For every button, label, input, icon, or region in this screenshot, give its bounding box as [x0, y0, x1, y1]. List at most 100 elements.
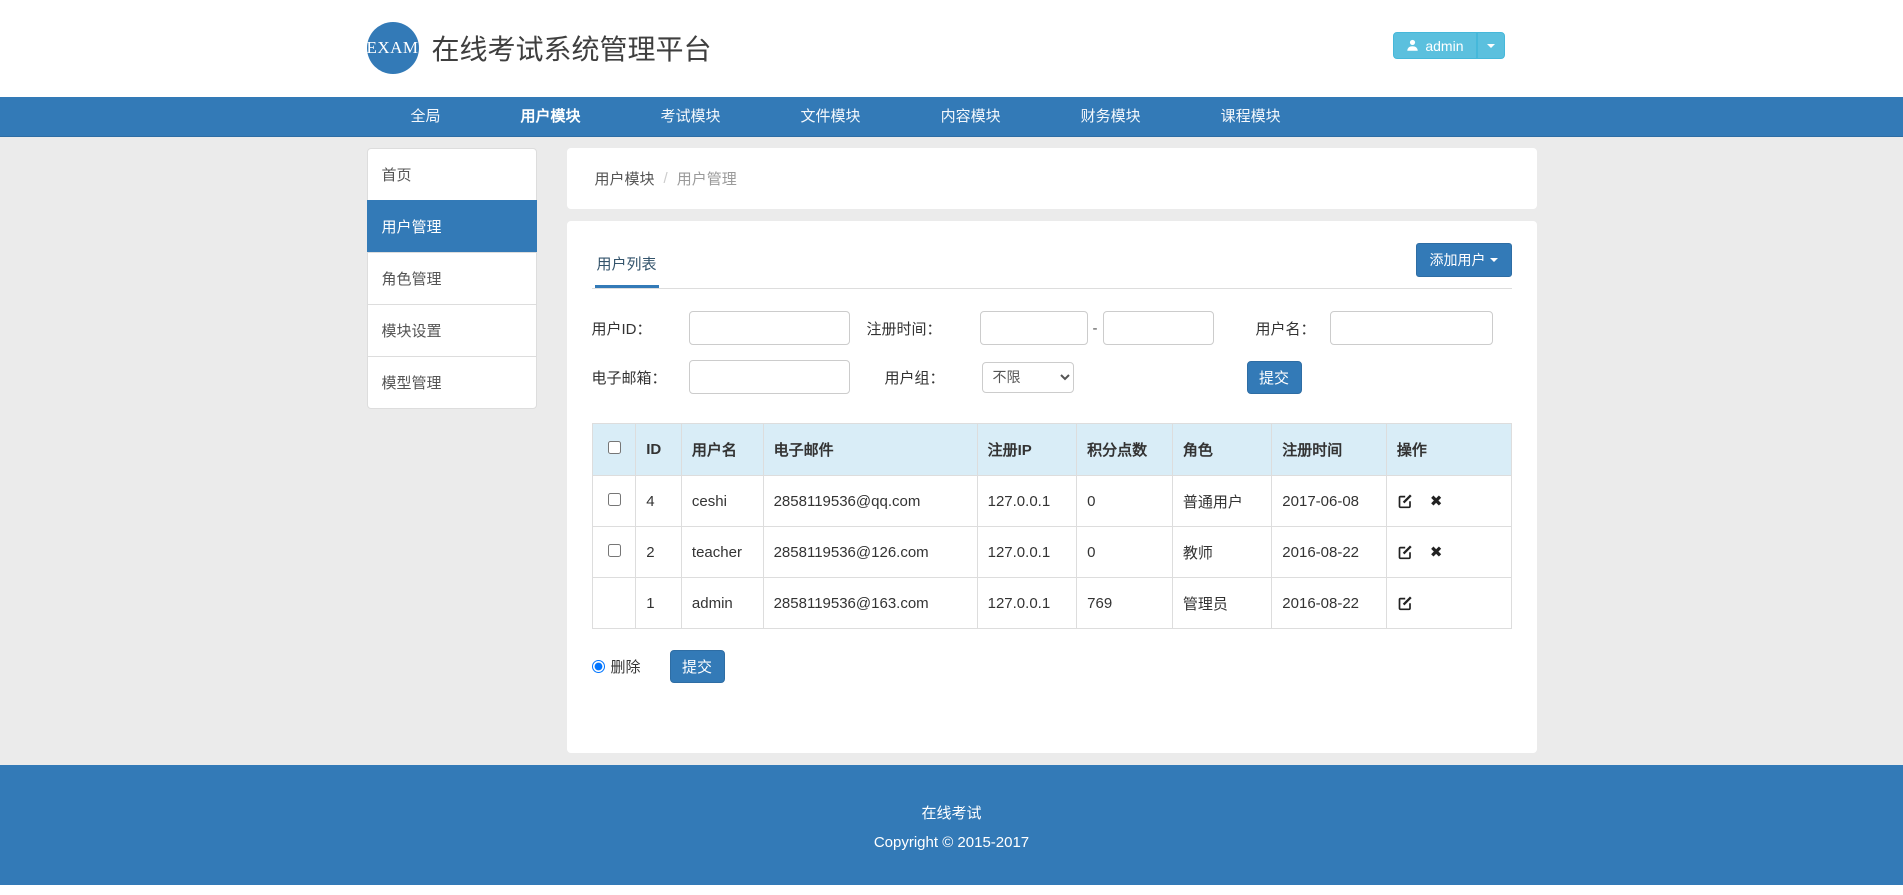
brand: EXAM 在线考试系统管理平台 [367, 22, 712, 74]
table-row: 4 ceshi 2858119536@qq.com 127.0.0.1 0 普通… [592, 476, 1511, 527]
caret-down-icon [1490, 258, 1498, 262]
user-group-label: 用户组： [885, 367, 982, 388]
cell-points: 0 [1077, 527, 1173, 578]
col-header-reg-ip: 注册IP [977, 424, 1077, 476]
cell-points: 769 [1077, 578, 1173, 629]
cell-reg-time: 2017-06-08 [1272, 476, 1387, 527]
app-header: EXAM 在线考试系统管理平台 admin [0, 0, 1903, 97]
col-header-points: 积分点数 [1077, 424, 1173, 476]
cell-username: admin [681, 578, 763, 629]
nav-item-global[interactable]: 全局 [371, 97, 481, 137]
cell-email: 2858119536@163.com [763, 578, 977, 629]
edit-icon[interactable] [1397, 493, 1413, 509]
table-row: 1 admin 2858119536@163.com 127.0.0.1 769… [592, 578, 1511, 629]
breadcrumb-page: 用户管理 [677, 168, 737, 189]
table-row: 2 teacher 2858119536@126.com 127.0.0.1 0… [592, 527, 1511, 578]
footer-copyright: Copyright © 2015-2017 [0, 834, 1903, 851]
cell-username: ceshi [681, 476, 763, 527]
username-label: 用户名： [1256, 318, 1330, 339]
cell-id: 1 [636, 578, 682, 629]
reg-time-end-input[interactable] [1103, 311, 1214, 345]
delete-radio-label: 删除 [611, 656, 641, 677]
user-button[interactable]: admin [1393, 32, 1476, 59]
cell-email: 2858119536@126.com [763, 527, 977, 578]
add-user-button-label: 添加用户 [1430, 250, 1486, 270]
nav-item-course-module[interactable]: 课程模块 [1181, 97, 1321, 137]
sidebar-item-model-management[interactable]: 模型管理 [367, 356, 537, 409]
add-user-button[interactable]: 添加用户 [1416, 243, 1512, 277]
nav-item-exam-module[interactable]: 考试模块 [621, 97, 761, 137]
table-header-row: ID 用户名 电子邮件 注册IP 积分点数 角色 注册时间 操作 [592, 424, 1511, 476]
user-id-input[interactable] [689, 311, 850, 345]
search-submit-button[interactable]: 提交 [1247, 361, 1302, 394]
top-navbar: 全局 用户模块 考试模块 文件模块 内容模块 财务模块 课程模块 [0, 97, 1903, 137]
date-range-separator: - [1093, 320, 1098, 337]
cell-reg-time: 2016-08-22 [1272, 578, 1387, 629]
cell-reg-ip: 127.0.0.1 [977, 476, 1077, 527]
footer-site-name: 在线考试 [0, 802, 1903, 823]
sidebar-item-role-management[interactable]: 角色管理 [367, 252, 537, 305]
select-all-checkbox[interactable] [608, 441, 621, 454]
nav-item-content-module[interactable]: 内容模块 [901, 97, 1041, 137]
delete-icon[interactable]: ✖ [1430, 494, 1443, 509]
reg-time-start-input[interactable] [980, 311, 1088, 345]
username-input[interactable] [1330, 311, 1493, 345]
logo-text: EXAM [366, 38, 418, 58]
breadcrumb-module[interactable]: 用户模块 [595, 168, 655, 189]
sidebar-item-home[interactable]: 首页 [367, 148, 537, 201]
nav-item-file-module[interactable]: 文件模块 [761, 97, 901, 137]
nav-item-finance-module[interactable]: 财务模块 [1041, 97, 1181, 137]
nav-items: 全局 用户模块 考试模块 文件模块 内容模块 财务模块 课程模块 [367, 97, 1537, 137]
cell-username: teacher [681, 527, 763, 578]
tab-user-list[interactable]: 用户列表 [595, 253, 659, 288]
user-dropdown-toggle[interactable] [1477, 32, 1505, 59]
user-table: ID 用户名 电子邮件 注册IP 积分点数 角色 注册时间 操作 [592, 423, 1512, 629]
reg-time-label: 注册时间： [867, 318, 980, 339]
col-header-actions: 操作 [1386, 424, 1511, 476]
exam-logo: EXAM [367, 22, 419, 74]
email-label: 电子邮箱： [592, 367, 689, 388]
cell-role: 普通用户 [1172, 476, 1271, 527]
cell-reg-time: 2016-08-22 [1272, 527, 1387, 578]
edit-icon[interactable] [1397, 595, 1413, 611]
breadcrumb-separator: / [664, 170, 668, 187]
bottom-strip [0, 885, 1903, 895]
edit-icon[interactable] [1397, 544, 1413, 560]
cell-points: 0 [1077, 476, 1173, 527]
col-header-id: ID [636, 424, 682, 476]
delete-radio[interactable] [592, 660, 605, 673]
search-form-row-2: 电子邮箱： 用户组： 不限 提交 [592, 360, 1512, 394]
sidebar-item-user-management[interactable]: 用户管理 [367, 200, 537, 253]
cell-role: 教师 [1172, 527, 1271, 578]
sidebar-item-module-settings[interactable]: 模块设置 [367, 304, 537, 357]
page-title: 在线考试系统管理平台 [432, 28, 712, 68]
email-input[interactable] [689, 360, 850, 394]
user-list-panel: 用户列表 添加用户 用户ID： 注册时间： - 用户名： [567, 221, 1537, 753]
col-header-reg-time: 注册时间 [1272, 424, 1387, 476]
breadcrumb: 用户模块 / 用户管理 [567, 148, 1537, 209]
cell-reg-ip: 127.0.0.1 [977, 527, 1077, 578]
batch-action-row: 删除 提交 [592, 650, 1512, 683]
user-menu-button-group: admin [1393, 32, 1504, 59]
cell-email: 2858119536@qq.com [763, 476, 977, 527]
row-checkbox[interactable] [608, 493, 621, 506]
cell-id: 4 [636, 476, 682, 527]
nav-item-user-module[interactable]: 用户模块 [481, 97, 621, 137]
user-id-label: 用户ID： [592, 318, 689, 339]
col-header-username: 用户名 [681, 424, 763, 476]
tab-row: 用户列表 添加用户 [592, 249, 1512, 289]
caret-down-icon [1487, 44, 1495, 48]
row-checkbox[interactable] [608, 544, 621, 557]
col-header-role: 角色 [1172, 424, 1271, 476]
sidebar: 首页 用户管理 角色管理 模块设置 模型管理 [367, 148, 537, 408]
content-area: 首页 用户管理 角色管理 模块设置 模型管理 用户模块 / 用户管理 用户列表 … [0, 137, 1903, 765]
col-header-email: 电子邮件 [763, 424, 977, 476]
user-icon [1406, 39, 1419, 52]
user-button-label: admin [1425, 38, 1463, 54]
batch-submit-button[interactable]: 提交 [670, 650, 725, 683]
cell-id: 2 [636, 527, 682, 578]
delete-icon[interactable]: ✖ [1430, 545, 1443, 560]
cell-reg-ip: 127.0.0.1 [977, 578, 1077, 629]
page-footer: 在线考试 Copyright © 2015-2017 [0, 765, 1903, 885]
user-group-select[interactable]: 不限 [982, 362, 1074, 393]
